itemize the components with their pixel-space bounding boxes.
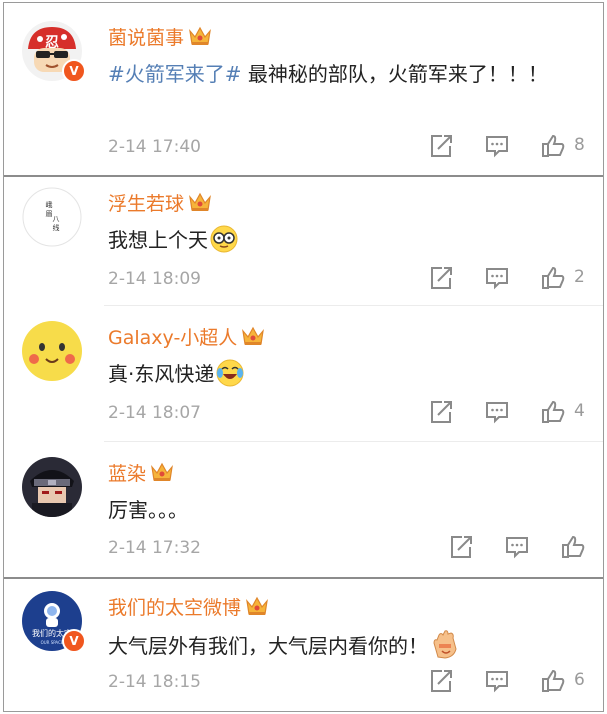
repost-button[interactable] bbox=[428, 399, 454, 425]
repost-button[interactable] bbox=[428, 265, 454, 291]
comment-text: 真·东风快递 bbox=[108, 359, 548, 396]
comment-time: 2-14 17:32 bbox=[108, 538, 201, 558]
thumbs-up-icon bbox=[542, 134, 565, 157]
username-text[interactable]: 浮生若球 bbox=[108, 193, 184, 215]
comment-icon bbox=[486, 671, 508, 693]
svg-text:八: 八 bbox=[53, 215, 60, 223]
avatar[interactable] bbox=[22, 457, 82, 517]
username-text[interactable]: Galaxy-小超人 bbox=[108, 327, 237, 349]
like-button[interactable] bbox=[540, 133, 566, 159]
avatar[interactable]: 我们的太空 OUR SPACE V bbox=[22, 591, 86, 653]
comment-body: 厉害。。。 bbox=[108, 498, 188, 522]
username-text[interactable]: 菌说菌事 bbox=[108, 27, 184, 49]
divider bbox=[4, 577, 603, 579]
pikachu-avatar-icon bbox=[22, 321, 82, 381]
username[interactable]: 浮生若球 bbox=[108, 189, 212, 218]
avatar[interactable] bbox=[22, 321, 82, 381]
comment-icon bbox=[506, 537, 528, 559]
crown-badge-icon bbox=[188, 191, 212, 218]
like-count: 6 bbox=[574, 670, 585, 690]
like-button[interactable] bbox=[540, 668, 566, 694]
divider bbox=[104, 441, 603, 442]
divider bbox=[104, 305, 603, 306]
comment-actions: 2 bbox=[428, 265, 598, 293]
reply-button[interactable] bbox=[484, 265, 510, 291]
crown-badge-icon bbox=[188, 25, 212, 52]
repost-button[interactable] bbox=[428, 133, 454, 159]
comment-text: 大气层外有我们，大气层内看你的！ bbox=[108, 629, 578, 668]
repost-button[interactable] bbox=[448, 534, 474, 560]
svg-text:眉: 眉 bbox=[46, 210, 53, 218]
comment-body: 我想上个天 bbox=[108, 228, 208, 252]
repost-icon bbox=[431, 267, 452, 289]
username-text[interactable]: 我们的太空微博 bbox=[108, 597, 241, 619]
crown-badge-icon bbox=[150, 461, 174, 488]
thumbs-up-icon bbox=[542, 266, 565, 289]
thumbs-up-icon bbox=[542, 669, 565, 692]
comment-actions: 8 bbox=[428, 133, 598, 161]
comment-text: 厉害。。。 bbox=[108, 495, 548, 526]
comment-icon bbox=[486, 402, 508, 424]
comment-time: 2-14 18:15 bbox=[108, 672, 201, 692]
username[interactable]: Galaxy-小超人 bbox=[108, 323, 265, 352]
anime-character-avatar-icon bbox=[22, 457, 82, 517]
comment-actions: 4 bbox=[428, 399, 598, 427]
thumbs-up-icon bbox=[562, 535, 585, 558]
comment-actions: 6 bbox=[428, 668, 598, 696]
like-count: 8 bbox=[574, 135, 585, 155]
hashtag-link[interactable]: #火箭军来了# bbox=[108, 62, 242, 86]
comment-body: 大气层外有我们，大气层内看你的！ bbox=[108, 634, 428, 658]
repost-icon bbox=[431, 670, 452, 692]
laugh-cry-emoji-icon bbox=[216, 359, 244, 396]
svg-text:峨: 峨 bbox=[46, 200, 53, 209]
avatar[interactable]: 峨 眉 八 线 bbox=[22, 187, 82, 247]
comment-actions bbox=[448, 534, 598, 562]
comment-text: 我想上个天 bbox=[108, 225, 548, 262]
verified-badge-icon: V bbox=[62, 59, 86, 83]
avatar-subglyph: OUR SPACE bbox=[41, 640, 64, 645]
crown-badge-icon bbox=[245, 595, 269, 622]
like-button[interactable] bbox=[540, 399, 566, 425]
like-button[interactable] bbox=[540, 265, 566, 291]
nerd-glasses-emoji-icon bbox=[210, 225, 238, 262]
comment-icon bbox=[486, 268, 508, 290]
comment-text: #火箭军来了# 最神秘的部队，火箭军来了！！！ bbox=[108, 59, 548, 90]
like-count: 2 bbox=[574, 267, 585, 287]
repost-icon bbox=[431, 135, 452, 157]
like-button[interactable] bbox=[560, 534, 586, 560]
repost-button[interactable] bbox=[428, 668, 454, 694]
reply-button[interactable] bbox=[484, 399, 510, 425]
divider bbox=[4, 175, 603, 177]
reply-button[interactable] bbox=[504, 534, 530, 560]
verified-badge-icon: V bbox=[62, 629, 86, 653]
repost-icon bbox=[451, 536, 472, 558]
like-count: 4 bbox=[574, 401, 585, 421]
username[interactable]: 我们的太空微博 bbox=[108, 593, 269, 622]
reply-button[interactable] bbox=[484, 133, 510, 159]
reply-button[interactable] bbox=[484, 668, 510, 694]
clapping-hands-emoji-icon bbox=[430, 629, 460, 668]
username[interactable]: 蓝染 bbox=[108, 459, 174, 488]
comment-body: 最神秘的部队，火箭军来了！！！ bbox=[241, 62, 548, 86]
svg-text:线: 线 bbox=[53, 223, 60, 232]
repost-icon bbox=[431, 401, 452, 423]
comment-list: 忍 V 菌说菌事 #火箭军来了# 最神秘的部队，火箭军来了！！！ 2-14 17… bbox=[3, 2, 604, 712]
comment-time: 2-14 17:40 bbox=[108, 137, 201, 157]
crown-badge-icon bbox=[241, 325, 265, 352]
thumbs-up-icon bbox=[542, 400, 565, 423]
username-text[interactable]: 蓝染 bbox=[108, 463, 146, 485]
calligraphy-avatar-icon: 峨 眉 八 线 bbox=[22, 187, 82, 247]
comment-time: 2-14 18:07 bbox=[108, 403, 201, 423]
avatar[interactable]: 忍 V bbox=[22, 21, 86, 83]
comment-body: 真·东风快递 bbox=[108, 362, 215, 386]
comment-time: 2-14 18:09 bbox=[108, 269, 201, 289]
username[interactable]: 菌说菌事 bbox=[108, 23, 212, 52]
comment-icon bbox=[486, 136, 508, 158]
